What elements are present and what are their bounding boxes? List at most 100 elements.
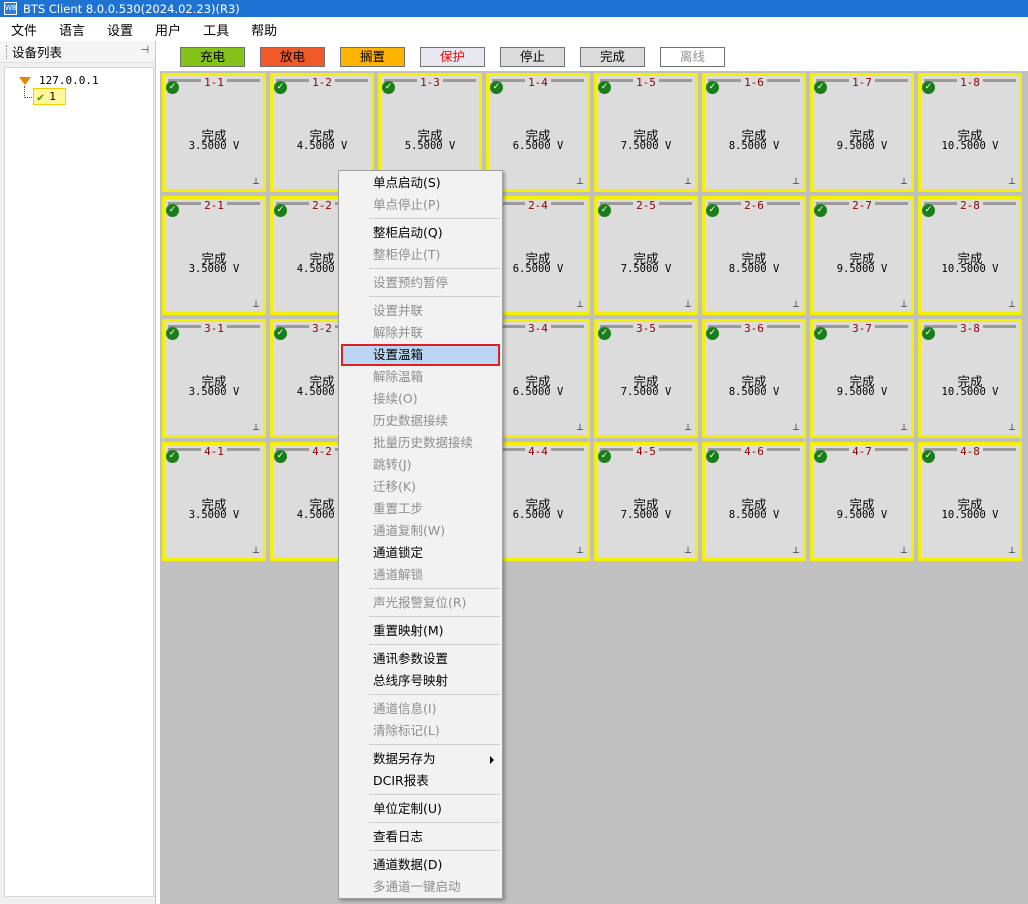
context-menu-item[interactable]: 通道解锁 [341,564,500,586]
pin-icon[interactable]: ⊥ [1008,300,1016,310]
context-menu-item[interactable]: 数据另存为 [341,748,500,770]
context-menu-item[interactable]: 查看日志 [341,826,500,848]
pin-icon[interactable]: ⊥ [252,300,260,310]
pin-icon[interactable]: ⊥ [576,423,584,433]
legend-complete[interactable]: 完成 [580,47,645,67]
context-menu-item[interactable]: 整柜启动(Q) [341,222,500,244]
legend-protect[interactable]: 保护 [420,47,485,67]
channel-cell[interactable]: 3-7 ✓ 完成 9.5000 V ⊥ [810,319,914,438]
context-menu-item[interactable]: 单点启动(S) [341,172,500,194]
pin-icon[interactable]: ⊥ [900,423,908,433]
context-menu-item[interactable]: 通道复制(W) [341,520,500,542]
menu-help[interactable]: 帮助 [251,20,277,39]
context-menu-item[interactable]: 迁移(K) [341,476,500,498]
menu-settings[interactable]: 设置 [107,20,133,39]
context-menu-item[interactable]: 解除并联 [341,322,500,344]
context-menu-item[interactable]: 解除温箱 [341,366,500,388]
pin-icon[interactable]: ⊥ [684,546,692,556]
channel-id: 2-4 [528,199,548,212]
channel-cell[interactable]: 2-1 ✓ 完成 3.5000 V ⊥ [162,196,266,315]
pin-icon[interactable]: ⊥ [792,177,800,187]
channel-cell[interactable]: 2-5 ✓ 完成 7.5000 V ⊥ [594,196,698,315]
context-menu-item[interactable]: 历史数据接续 [341,410,500,432]
channel-cell[interactable]: 4-8 ✓ 完成 10.5000 V ⊥ [918,442,1022,561]
context-menu-item[interactable]: 单点停止(P) [341,194,500,216]
context-menu-item[interactable]: 单位定制(U) [341,798,500,820]
pin-icon[interactable]: ⊣ [140,45,149,56]
pin-icon[interactable]: ⊥ [684,300,692,310]
tree-child-node[interactable]: ✔ 1 [33,88,66,105]
context-menu-item[interactable]: 多通道一键启动 [341,876,500,898]
channel-cell[interactable]: 4-6 ✓ 完成 8.5000 V ⊥ [702,442,806,561]
legend-offline[interactable]: 离线 [660,47,725,67]
check-circle-icon: ✓ [706,327,719,340]
pin-icon[interactable]: ⊥ [1008,546,1016,556]
pin-icon[interactable]: ⊥ [792,423,800,433]
expand-triangle-icon[interactable] [19,76,31,85]
panel-grip[interactable] [6,44,8,59]
channel-cell[interactable]: 4-7 ✓ 完成 9.5000 V ⊥ [810,442,914,561]
menu-tools[interactable]: 工具 [203,20,229,39]
check-circle-icon: ✓ [814,204,827,217]
channel-cell[interactable]: 1-7 ✓ 完成 9.5000 V ⊥ [810,73,914,192]
context-menu-item[interactable]: DCIR报表 [341,770,500,792]
channel-cell[interactable]: 3-1 ✓ 完成 3.5000 V ⊥ [162,319,266,438]
pin-icon[interactable]: ⊥ [900,177,908,187]
menu-file[interactable]: 文件 [11,20,37,39]
check-circle-icon: ✓ [598,81,611,94]
pin-icon[interactable]: ⊥ [252,423,260,433]
pin-icon[interactable]: ⊥ [684,423,692,433]
context-menu-item[interactable]: 清除标记(L) [341,720,500,742]
channel-cell[interactable]: 2-6 ✓ 完成 8.5000 V ⊥ [702,196,806,315]
context-menu-item[interactable]: 批量历史数据接续 [341,432,500,454]
channel-cell[interactable]: 3-5 ✓ 完成 7.5000 V ⊥ [594,319,698,438]
channel-cell[interactable]: 1-5 ✓ 完成 7.5000 V ⊥ [594,73,698,192]
legend-stop[interactable]: 停止 [500,47,565,67]
pin-icon[interactable]: ⊥ [900,546,908,556]
channel-id: 2-7 [852,199,872,212]
legend-rest[interactable]: 搁置 [340,47,405,67]
pin-icon[interactable]: ⊥ [252,546,260,556]
channel-cell[interactable]: 3-8 ✓ 完成 10.5000 V ⊥ [918,319,1022,438]
menu-language[interactable]: 语言 [59,20,85,39]
context-menu-item[interactable]: 整柜停止(T) [341,244,500,266]
channel-cell[interactable]: 4-1 ✓ 完成 3.5000 V ⊥ [162,442,266,561]
pin-icon[interactable]: ⊥ [252,177,260,187]
context-menu-item[interactable]: 接续(O) [341,388,500,410]
channel-cell[interactable]: 2-8 ✓ 完成 10.5000 V ⊥ [918,196,1022,315]
context-menu-item[interactable]: 通道锁定 [341,542,500,564]
context-menu-item[interactable]: 总线序号映射 [341,670,500,692]
pin-icon[interactable]: ⊥ [1008,423,1016,433]
check-circle-icon: ✓ [814,450,827,463]
pin-icon[interactable]: ⊥ [576,546,584,556]
context-menu-item[interactable]: 通道信息(I) [341,698,500,720]
context-menu-item[interactable]: 设置并联 [341,300,500,322]
channel-voltage: 8.5000 V [728,386,780,398]
context-menu-item[interactable]: 通讯参数设置 [341,648,500,670]
context-menu-item[interactable]: 跳转(J) [341,454,500,476]
legend-charge[interactable]: 充电 [180,47,245,67]
context-menu-item[interactable]: 通道数据(D) [341,854,500,876]
context-menu-item[interactable]: 重置工步 [341,498,500,520]
legend-discharge[interactable]: 放电 [260,47,325,67]
check-circle-icon: ✓ [598,327,611,340]
channel-cell[interactable]: 1-1 ✓ 完成 3.5000 V ⊥ [162,73,266,192]
pin-icon[interactable]: ⊥ [576,177,584,187]
pin-icon[interactable]: ⊥ [684,177,692,187]
pin-icon[interactable]: ⊥ [792,546,800,556]
pin-icon[interactable]: ⊥ [576,300,584,310]
pin-icon[interactable]: ⊥ [900,300,908,310]
pin-icon[interactable]: ⊥ [792,300,800,310]
pin-icon[interactable]: ⊥ [1008,177,1016,187]
channel-cell[interactable]: 4-5 ✓ 完成 7.5000 V ⊥ [594,442,698,561]
menu-separator [369,850,500,851]
channel-cell[interactable]: 1-6 ✓ 完成 8.5000 V ⊥ [702,73,806,192]
context-menu-item[interactable]: 设置预约暂停 [341,272,500,294]
channel-cell[interactable]: 3-6 ✓ 完成 8.5000 V ⊥ [702,319,806,438]
channel-cell[interactable]: 1-8 ✓ 完成 10.5000 V ⊥ [918,73,1022,192]
context-menu-item[interactable]: 重置映射(M) [341,620,500,642]
context-menu-item[interactable]: 声光报警复位(R) [341,592,500,614]
context-menu-item[interactable]: 设置温箱 [341,344,500,366]
channel-cell[interactable]: 2-7 ✓ 完成 9.5000 V ⊥ [810,196,914,315]
menu-user[interactable]: 用户 [155,20,181,39]
